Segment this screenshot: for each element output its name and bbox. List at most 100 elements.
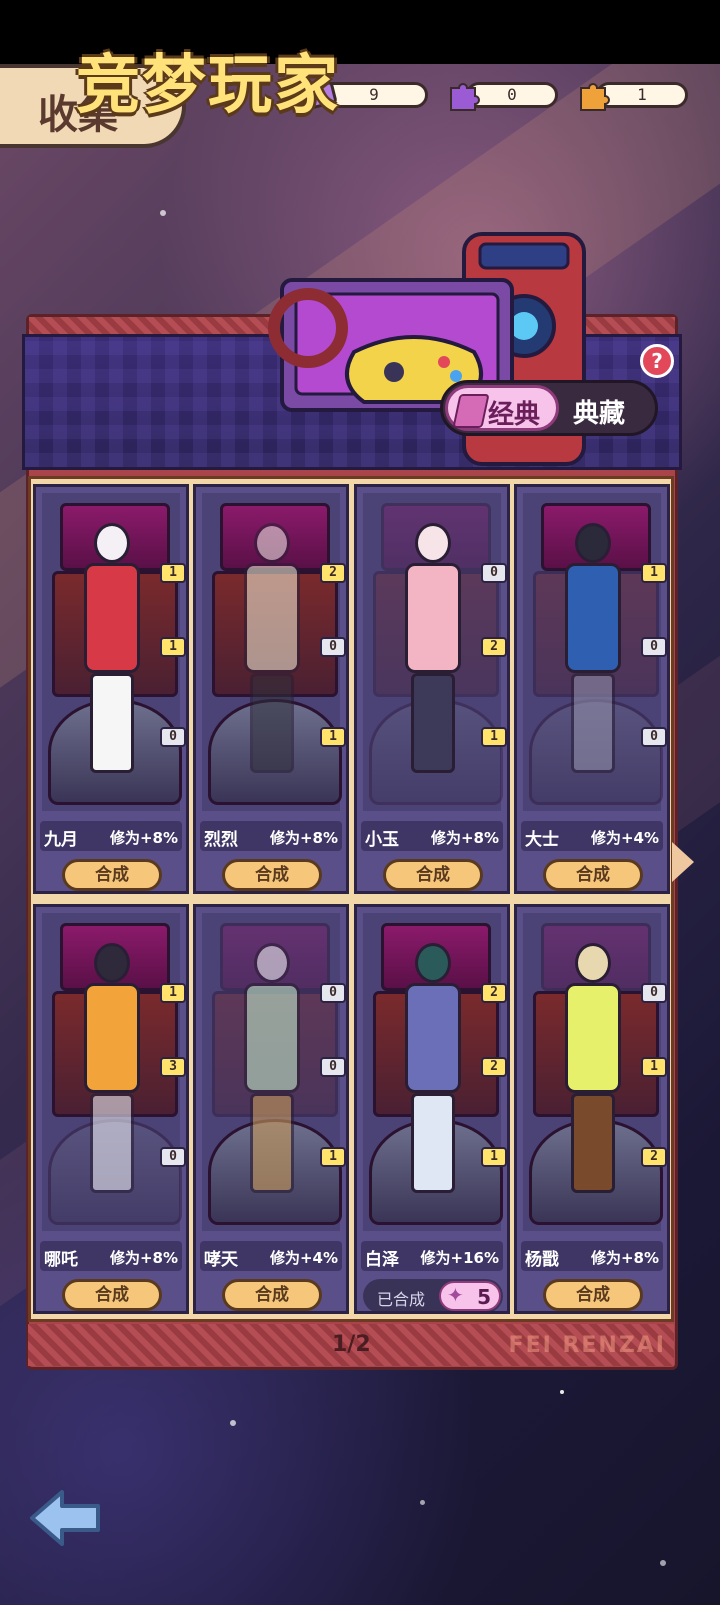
puzzle-icon: ✦ xyxy=(447,1283,464,1307)
bonus-text: 修为+4% xyxy=(590,829,659,847)
figure-body xyxy=(244,563,300,673)
name-row: 烈烈 修为+8% xyxy=(200,821,342,851)
character-figure xyxy=(393,523,473,789)
name-row: 哪吒 修为+8% xyxy=(40,1241,182,1271)
merge-button[interactable]: 合成 xyxy=(383,859,483,891)
fragment-count-badge: 1 xyxy=(320,727,346,747)
figure-legs xyxy=(250,673,294,773)
bonus-text: 修为+8% xyxy=(109,829,178,847)
orange-puzzle-icon xyxy=(574,80,612,112)
currency-value: 1 xyxy=(637,85,647,104)
star-decoration xyxy=(160,210,166,216)
figure-body xyxy=(565,983,621,1093)
fragment-count-badge: 2 xyxy=(481,637,507,657)
gem-icon xyxy=(452,394,490,428)
fragment-count-badge: 0 xyxy=(481,563,507,583)
fragment-count-badge: 0 xyxy=(641,727,667,747)
series-title: 竞梦玩家 xyxy=(76,49,340,123)
character-name: 小玉 xyxy=(365,830,399,850)
star-decoration xyxy=(420,1500,425,1505)
figure-head xyxy=(415,943,451,983)
bonus-text: 修为+8% xyxy=(590,1249,659,1267)
figure-body xyxy=(405,983,461,1093)
name-row: 白泽 修为+16% xyxy=(361,1241,503,1271)
character-figure xyxy=(393,943,473,1209)
character-name: 哪吒 xyxy=(44,1250,78,1270)
figure-head xyxy=(575,523,611,563)
name-row: 小玉 修为+8% xyxy=(361,821,503,851)
star-decoration xyxy=(560,1390,564,1394)
currency-orange-puzzle[interactable]: 1 xyxy=(574,80,688,112)
fragment-count-badge: 2 xyxy=(320,563,346,583)
figure-body xyxy=(84,983,140,1093)
merge-button[interactable]: 合成 xyxy=(62,859,162,891)
character-name: 杨戬 xyxy=(525,1250,559,1270)
figure-legs xyxy=(571,1093,615,1193)
merge-button[interactable]: 合成 xyxy=(222,859,322,891)
fragment-count-badge: 1 xyxy=(160,983,186,1003)
character-card[interactable]: 2 2 1 白泽 修为+16% 已合成 ✦ 5 xyxy=(354,904,510,1314)
tab-label: 经典 xyxy=(488,400,541,430)
series-toggle: 经典 典藏 xyxy=(440,380,658,436)
currency-purple-puzzle[interactable]: 0 xyxy=(444,80,558,112)
back-arrow-icon xyxy=(30,1490,100,1546)
tab-classic[interactable]: 经典 xyxy=(445,385,559,431)
fragment-count-badge: 3 xyxy=(160,1057,186,1077)
character-figure xyxy=(72,523,152,789)
merge-button[interactable]: 合成 xyxy=(62,1279,162,1311)
name-row: 大士 修为+4% xyxy=(521,821,663,851)
fragment-count-badge: 0 xyxy=(320,983,346,1003)
back-button[interactable] xyxy=(28,1486,104,1550)
merge-button[interactable]: 合成 xyxy=(543,1279,643,1311)
character-card[interactable]: 0 1 2 杨戬 修为+8% 合成 xyxy=(514,904,670,1314)
character-card[interactable]: 1 3 0 哪吒 修为+8% 合成 xyxy=(33,904,189,1314)
character-card[interactable]: 1 1 0 九月 修为+8% 合成 xyxy=(33,484,189,894)
character-figure xyxy=(232,943,312,1209)
bonus-text: 修为+4% xyxy=(269,1249,338,1267)
fragment-count-badge: 0 xyxy=(641,637,667,657)
bonus-text: 修为+8% xyxy=(430,829,499,847)
figure-body xyxy=(405,563,461,673)
watermark-text: FEI RENZAI xyxy=(508,1333,666,1358)
fragment-count-badge: 1 xyxy=(320,1147,346,1167)
figure-legs xyxy=(250,1093,294,1193)
purple-puzzle-icon xyxy=(444,80,482,112)
fragment-count-badge: 1 xyxy=(160,637,186,657)
character-figure xyxy=(232,523,312,789)
merge-button[interactable]: 合成 xyxy=(222,1279,322,1311)
fragment-count-badge: 2 xyxy=(641,1147,667,1167)
merge-button[interactable]: 合成 xyxy=(543,859,643,891)
merged-label: 已合成 xyxy=(377,1290,426,1309)
fragment-count-badge: 0 xyxy=(320,637,346,657)
fragment-count-badge: 0 xyxy=(160,727,186,747)
fragment-count-badge: 1 xyxy=(481,727,507,747)
character-card[interactable]: 0 2 1 小玉 修为+8% 合成 xyxy=(354,484,510,894)
currency-value: 0 xyxy=(507,85,517,104)
character-name: 九月 xyxy=(44,830,78,850)
figure-body xyxy=(565,563,621,673)
character-figure xyxy=(72,943,152,1209)
character-card[interactable]: 2 0 1 烈烈 修为+8% 合成 xyxy=(193,484,349,894)
name-row: 哮天 修为+4% xyxy=(200,1241,342,1271)
tab-collection[interactable]: 典藏 xyxy=(573,393,625,430)
fragment-count-badge: 1 xyxy=(481,1147,507,1167)
page-indicator: 1/2 xyxy=(332,1332,371,1357)
character-name: 烈烈 xyxy=(204,830,238,850)
figure-legs xyxy=(411,1093,455,1193)
pagination-bar: 1/2 FEI RENZAI xyxy=(28,1324,674,1366)
figure-head xyxy=(415,523,451,563)
help-icon: ? xyxy=(651,349,663,373)
character-card[interactable]: 1 0 0 大士 修为+4% 合成 xyxy=(514,484,670,894)
fragment-count-badge: 2 xyxy=(481,983,507,1003)
duplicate-count: ✦ 5 xyxy=(439,1281,501,1311)
star-decoration xyxy=(230,1420,236,1426)
character-figure xyxy=(553,943,633,1209)
character-card[interactable]: 0 0 1 哮天 修为+4% 合成 xyxy=(193,904,349,1314)
name-row: 杨戬 修为+8% xyxy=(521,1241,663,1271)
character-name: 白泽 xyxy=(365,1250,399,1270)
fragment-count-badge: 2 xyxy=(481,1057,507,1077)
help-button[interactable]: ? xyxy=(640,344,674,378)
bonus-text: 修为+8% xyxy=(269,829,338,847)
bonus-text: 修为+16% xyxy=(420,1249,499,1267)
next-page-arrow-icon[interactable] xyxy=(672,842,694,882)
